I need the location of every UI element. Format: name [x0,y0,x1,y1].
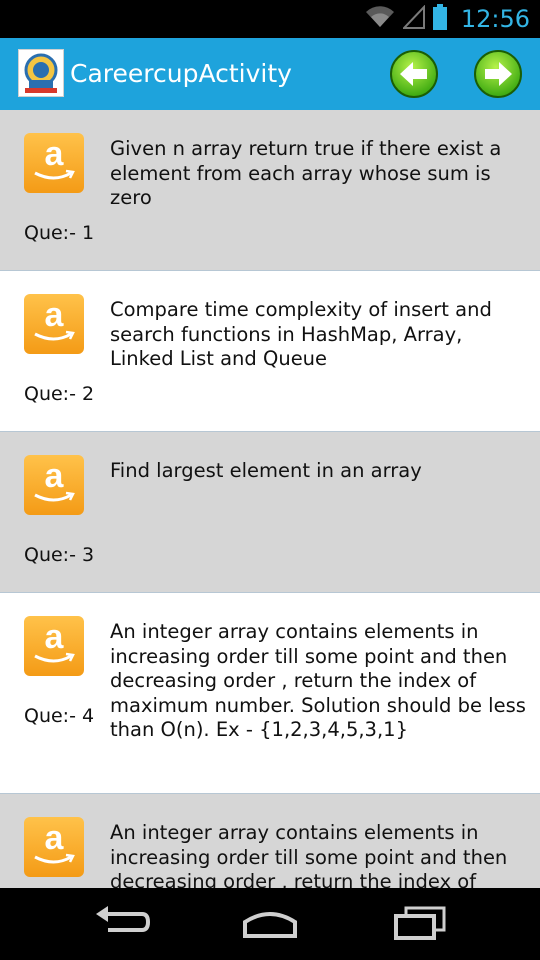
status-bar: 12:56 [0,0,540,38]
back-arrow-icon [390,50,438,98]
question-number: Que:- 2 [24,383,95,405]
status-icons: 12:56 [365,0,530,38]
question-number: Que:- 1 [24,222,95,244]
question-text: Find largest element in an array [110,459,422,482]
list-item[interactable]: a Compare time complexity of insert and … [0,271,540,432]
amazon-logo-icon: a [24,455,84,515]
back-nav-icon [96,906,151,932]
forward-arrow-button[interactable] [473,49,523,99]
wifi-icon [365,5,395,33]
status-clock: 12:56 [460,5,530,33]
recent-apps-button[interactable] [384,902,454,946]
recent-apps-icon [394,906,446,940]
back-nav-button[interactable] [86,902,156,946]
question-number: Que:- 4 [24,705,95,727]
question-text: Given n array return true if there exist… [110,137,502,209]
forward-arrow-icon [474,50,522,98]
list-item[interactable]: a Given n array return true if there exi… [0,110,540,271]
question-text: An integer array contains elements in in… [110,821,508,888]
app-logo-icon[interactable] [18,49,64,97]
app-title: CareercupActivity [70,59,292,88]
list-item[interactable]: a Find largest element in an array Que:-… [0,432,540,593]
home-nav-button[interactable] [235,902,305,946]
signal-icon [401,4,425,33]
amazon-logo-icon: a [24,133,84,193]
battery-icon [432,4,447,34]
question-number: Que:- 3 [24,544,95,566]
list-item[interactable]: a An integer array contains elements in … [0,593,540,794]
amazon-logo-icon: a [24,817,84,877]
question-list[interactable]: a Given n array return true if there exi… [0,110,540,888]
system-nav-bar [0,888,540,960]
list-item[interactable]: a An integer array contains elements in … [0,794,540,888]
amazon-logo-icon: a [24,294,84,354]
amazon-logo-icon: a [24,616,84,676]
action-bar: CareercupActivity [0,38,540,110]
question-text: Compare time complexity of insert and se… [110,298,492,370]
question-text: An integer array contains elements in in… [110,620,526,741]
back-arrow-button[interactable] [389,49,439,99]
home-nav-icon [243,912,297,938]
